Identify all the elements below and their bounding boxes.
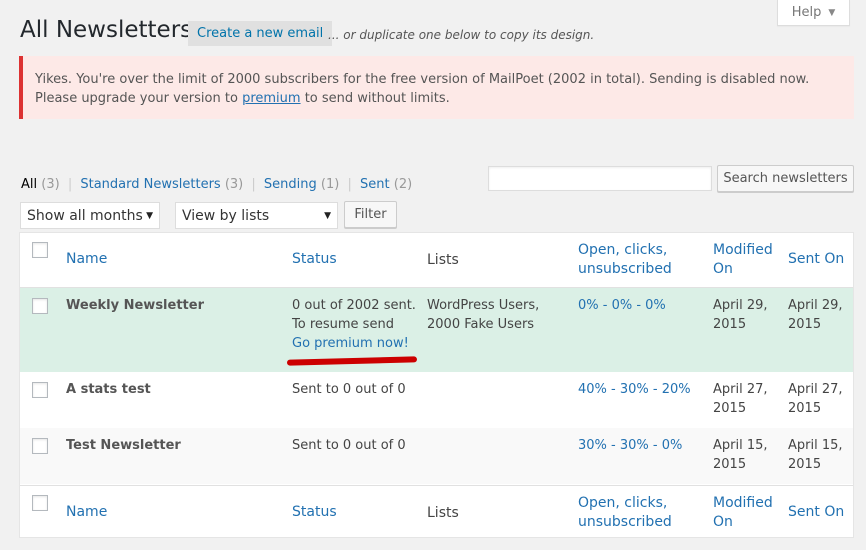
modified-date-line1: April 15, — [713, 438, 768, 453]
column-modified-line2: On — [713, 514, 733, 530]
separator: | — [347, 177, 352, 192]
list-name: WordPress Users, — [427, 298, 540, 313]
view-sent-count: (2) — [393, 177, 413, 192]
lists-cell: WordPress Users, 2000 Fake Users — [427, 296, 539, 334]
months-select-value: Show all months — [27, 207, 143, 224]
notice-text-after: to send without limits. — [300, 91, 450, 106]
status-text: Sent to 0 out of 0 — [292, 438, 406, 453]
list-name: 2000 Fake Users — [427, 317, 535, 332]
modified-date: April 15, 2015 — [713, 436, 768, 474]
filter-button[interactable]: Filter — [344, 201, 397, 228]
newsletter-name[interactable]: Weekly Newsletter — [66, 296, 204, 315]
sent-date-line1: April 15, — [788, 438, 843, 453]
sent-date-line1: April 27, — [788, 382, 843, 397]
row-checkbox[interactable] — [32, 298, 48, 314]
page-title: All Newsletters — [20, 17, 193, 43]
view-standard-count: (3) — [224, 177, 244, 192]
months-select[interactable]: Show all months ▼ — [20, 202, 160, 229]
status-resume-text: To resume send — [292, 317, 394, 332]
go-premium-link[interactable]: Go premium now! — [292, 336, 409, 351]
row-checkbox[interactable] — [32, 382, 48, 398]
view-sending-link[interactable]: Sending — [264, 177, 317, 192]
dropdown-arrow-icon: ▼ — [324, 210, 331, 221]
row-checkbox[interactable] — [32, 438, 48, 454]
modified-date-line1: April 27, — [713, 382, 768, 397]
column-stats-sort[interactable]: Open, clicks, unsubscribed — [578, 241, 672, 279]
column-modified-line1: Modified — [713, 242, 773, 258]
column-stats-sort[interactable]: Open, clicks, unsubscribed — [578, 494, 672, 532]
table-header: Name Status Lists Open, clicks, unsubscr… — [20, 233, 853, 288]
sent-date: April 15, 2015 — [788, 436, 843, 474]
status-cell: 0 out of 2002 sent. To resume send Go pr… — [292, 296, 416, 353]
duplicate-hint: ... or duplicate one below to copy its d… — [328, 28, 595, 42]
table-footer: Name Status Lists Open, clicks, unsubscr… — [20, 485, 853, 539]
column-lists: Lists — [427, 252, 459, 268]
premium-link[interactable]: premium — [242, 91, 301, 106]
modified-date-line2: 2015 — [713, 457, 747, 472]
view-standard-link[interactable]: Standard Newsletters — [80, 177, 220, 192]
newsletters-table: Name Status Lists Open, clicks, unsubscr… — [19, 232, 854, 538]
red-underline-annotation — [286, 356, 418, 366]
modified-date: April 27, 2015 — [713, 380, 768, 418]
lists-select-value: View by lists — [182, 207, 270, 224]
modified-date: April 29, 2015 — [713, 296, 768, 334]
help-tab-button[interactable]: Help ▼ — [777, 0, 850, 26]
stats-link[interactable]: 40% - 30% - 20% — [578, 380, 691, 399]
column-stats-line1: Open, clicks, — [578, 242, 668, 258]
modified-date-line2: 2015 — [713, 317, 747, 332]
separator: | — [67, 177, 73, 192]
column-sent-on-sort[interactable]: Sent On — [788, 250, 844, 269]
dropdown-arrow-icon: ▼ — [146, 210, 153, 221]
column-status-sort[interactable]: Status — [292, 250, 337, 269]
search-newsletters-button[interactable]: Search newsletters — [717, 165, 854, 192]
column-name-sort[interactable]: Name — [66, 250, 107, 269]
help-label: Help — [791, 5, 822, 20]
column-name-sort[interactable]: Name — [66, 503, 107, 522]
column-status-sort[interactable]: Status — [292, 503, 337, 522]
sent-date-line2: 2015 — [788, 317, 822, 332]
subscriber-limit-notice: Yikes. You're over the limit of 2000 sub… — [19, 56, 854, 119]
modified-date-line1: April 29, — [713, 298, 768, 313]
sent-date-line2: 2015 — [788, 401, 822, 416]
stats-link[interactable]: 0% - 0% - 0% — [578, 296, 666, 315]
newsletter-name[interactable]: Test Newsletter — [66, 436, 181, 455]
newsletter-name[interactable]: A stats test — [66, 380, 151, 399]
column-modified-sort[interactable]: Modified On — [713, 241, 773, 279]
sent-date: April 29, 2015 — [788, 296, 843, 334]
table-row: Test Newsletter Sent to 0 out of 0 30% -… — [20, 428, 853, 484]
view-filter-links: All (3) | Standard Newsletters (3) | Sen… — [21, 177, 412, 192]
column-lists: Lists — [427, 505, 459, 521]
column-stats-line2: unsubscribed — [578, 261, 672, 277]
caret-down-icon: ▼ — [828, 7, 836, 18]
separator: | — [251, 177, 256, 192]
column-modified-line1: Modified — [713, 495, 773, 511]
sent-date-line2: 2015 — [788, 457, 822, 472]
modified-date-line2: 2015 — [713, 401, 747, 416]
column-sent-on-sort[interactable]: Sent On — [788, 503, 844, 522]
view-all-link[interactable]: All — [21, 177, 37, 192]
lists-select[interactable]: View by lists ▼ — [175, 202, 338, 229]
status-text: Sent to 0 out of 0 — [292, 382, 406, 397]
sent-date-line1: April 29, — [788, 298, 843, 313]
table-row: A stats test Sent to 0 out of 0 40% - 30… — [20, 372, 853, 428]
stats-link[interactable]: 30% - 30% - 0% — [578, 436, 682, 455]
select-all-checkbox[interactable] — [32, 242, 48, 258]
table-row: Weekly Newsletter 0 out of 2002 sent. To… — [20, 288, 853, 372]
view-all-count: (3) — [41, 177, 60, 192]
search-input[interactable] — [488, 166, 712, 191]
status-text: 0 out of 2002 sent. — [292, 298, 416, 313]
view-sent-link[interactable]: Sent — [360, 177, 390, 192]
view-sending-count: (1) — [320, 177, 340, 192]
column-modified-sort[interactable]: Modified On — [713, 494, 773, 532]
column-modified-line2: On — [713, 261, 733, 277]
column-stats-line1: Open, clicks, — [578, 495, 668, 511]
column-stats-line2: unsubscribed — [578, 514, 672, 530]
create-new-email-button[interactable]: Create a new email — [188, 21, 333, 46]
sent-date: April 27, 2015 — [788, 380, 843, 418]
select-all-checkbox[interactable] — [32, 495, 48, 511]
